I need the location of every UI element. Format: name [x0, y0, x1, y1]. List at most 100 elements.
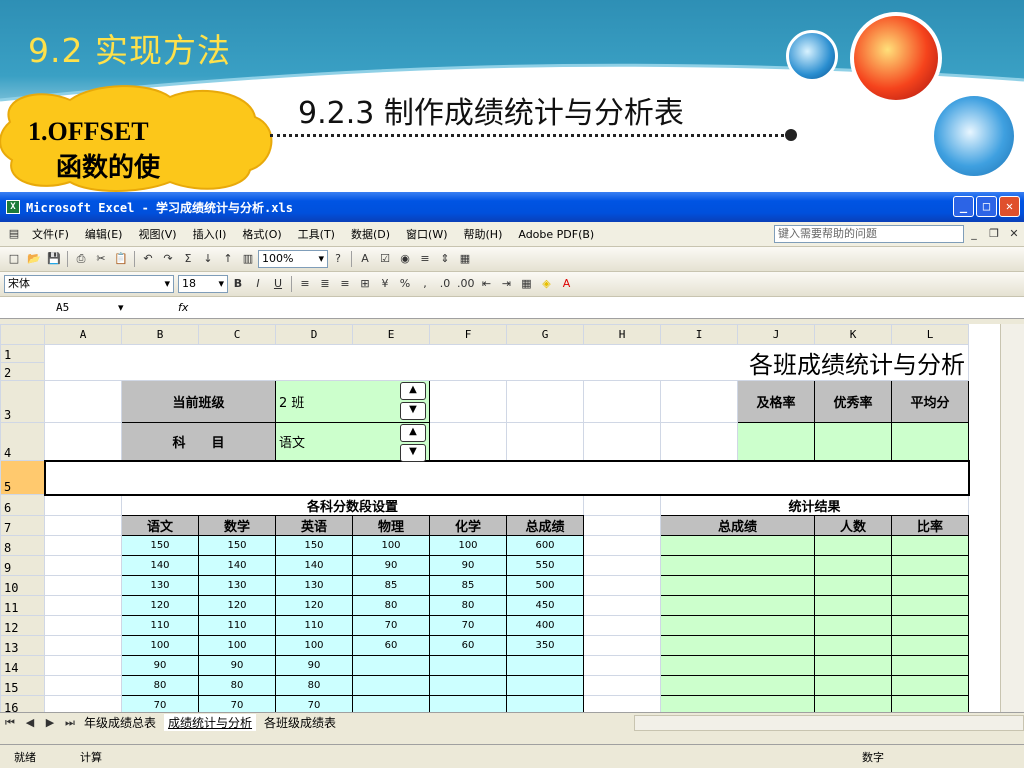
range-value-cell[interactable]: [352, 694, 430, 712]
indent-icon[interactable]: ⇥: [499, 276, 515, 292]
name-box-dropdown-icon[interactable]: ▾: [118, 301, 178, 314]
cell[interactable]: [44, 694, 122, 712]
cell[interactable]: [44, 494, 122, 516]
range-value-cell[interactable]: 60: [429, 634, 507, 656]
cell[interactable]: [583, 574, 661, 596]
result-ratio-cell[interactable]: [891, 694, 969, 712]
result-score-cell[interactable]: [660, 694, 815, 712]
row-header[interactable]: 16: [0, 694, 45, 712]
range-value-cell[interactable]: 90: [275, 654, 353, 676]
cell[interactable]: [583, 534, 661, 556]
row-header[interactable]: 6: [0, 494, 45, 516]
list-icon[interactable]: ≡: [417, 251, 433, 267]
sheet-tab[interactable]: 年级成绩总表: [84, 714, 156, 731]
cell[interactable]: [44, 534, 122, 556]
increase-decimal-icon[interactable]: .0: [437, 276, 453, 292]
range-value-cell[interactable]: 60: [352, 634, 430, 656]
result-count-cell[interactable]: [814, 634, 892, 656]
result-score-cell[interactable]: [660, 594, 815, 616]
range-header[interactable]: 化学: [429, 514, 507, 536]
cell[interactable]: [583, 422, 661, 461]
range-header[interactable]: 物理: [352, 514, 430, 536]
paste-icon[interactable]: 📋: [113, 251, 129, 267]
row-header[interactable]: 13: [0, 634, 45, 656]
result-ratio-cell[interactable]: [891, 654, 969, 676]
row-header[interactable]: 3: [0, 380, 45, 423]
range-value-cell[interactable]: 110: [121, 614, 199, 636]
result-score-cell[interactable]: [660, 674, 815, 696]
cell[interactable]: [583, 634, 661, 656]
menu-insert[interactable]: 插入(I): [193, 226, 227, 242]
result-ratio-cell[interactable]: [891, 534, 969, 556]
col-header[interactable]: F: [429, 324, 507, 345]
grid-icon[interactable]: ▦: [457, 251, 473, 267]
sort-asc-icon[interactable]: ↓: [200, 251, 216, 267]
result-header[interactable]: 比率: [891, 514, 969, 536]
result-count-cell[interactable]: [814, 654, 892, 676]
subject-label[interactable]: 科 目: [121, 422, 276, 461]
range-header[interactable]: 语文: [121, 514, 199, 536]
cell[interactable]: [44, 634, 122, 656]
cell[interactable]: [44, 554, 122, 576]
row-header[interactable]: 4: [0, 422, 45, 461]
menu-file[interactable]: 文件(F): [32, 226, 69, 242]
align-center-icon[interactable]: ≣: [317, 276, 333, 292]
range-value-cell[interactable]: 80: [198, 674, 276, 696]
range-value-cell[interactable]: [429, 674, 507, 696]
new-icon[interactable]: □: [6, 251, 22, 267]
range-value-cell[interactable]: 450: [506, 594, 584, 616]
row-header[interactable]: 1: [0, 344, 45, 363]
range-value-cell[interactable]: 130: [121, 574, 199, 596]
result-score-cell[interactable]: [660, 654, 815, 676]
result-score-cell[interactable]: [660, 634, 815, 656]
col-header[interactable]: C: [198, 324, 276, 345]
row-header[interactable]: 15: [0, 674, 45, 696]
col-header[interactable]: H: [583, 324, 661, 345]
cut-icon[interactable]: ✂: [93, 251, 109, 267]
col-header[interactable]: L: [891, 324, 969, 345]
save-icon[interactable]: 💾: [46, 251, 62, 267]
workbook-icon[interactable]: ▤: [6, 226, 22, 242]
chart-icon[interactable]: ▥: [240, 251, 256, 267]
menu-view[interactable]: 视图(V): [138, 226, 176, 242]
col-header[interactable]: J: [737, 324, 815, 345]
cell[interactable]: [583, 614, 661, 636]
print-icon[interactable]: ⎙: [73, 251, 89, 267]
cell[interactable]: [44, 674, 122, 696]
font-name-select[interactable]: 宋体 ▾: [4, 275, 174, 293]
row-header[interactable]: 11: [0, 594, 45, 616]
range-value-cell[interactable]: 150: [275, 534, 353, 556]
range-value-cell[interactable]: [352, 654, 430, 676]
decrease-decimal-icon[interactable]: .00: [457, 276, 475, 292]
range-value-cell[interactable]: [506, 694, 584, 712]
spin-down-icon[interactable]: ▼: [400, 402, 426, 420]
autosum-icon[interactable]: Σ: [180, 251, 196, 267]
spin-up-icon[interactable]: ▲: [400, 382, 426, 400]
cell[interactable]: [44, 514, 122, 536]
minimize-button[interactable]: _: [953, 196, 974, 217]
row-header[interactable]: 7: [0, 514, 45, 536]
range-value-cell[interactable]: 130: [198, 574, 276, 596]
range-header[interactable]: 数学: [198, 514, 276, 536]
select-all-corner[interactable]: [0, 324, 45, 345]
form-controls-icon[interactable]: ☑: [377, 251, 393, 267]
range-value-cell[interactable]: 80: [352, 594, 430, 616]
result-header[interactable]: 人数: [814, 514, 892, 536]
range-setting-title[interactable]: 各科分数段设置: [121, 494, 584, 516]
range-header[interactable]: 总成绩: [506, 514, 584, 536]
doc-close-icon[interactable]: ✕: [1006, 226, 1022, 242]
close-button[interactable]: ✕: [999, 196, 1020, 217]
cell[interactable]: [660, 422, 738, 461]
cell[interactable]: [44, 654, 122, 676]
result-count-cell[interactable]: [814, 614, 892, 636]
result-score-cell[interactable]: [660, 554, 815, 576]
pass-rate-cell[interactable]: [737, 422, 815, 461]
result-score-cell[interactable]: [660, 574, 815, 596]
menu-format[interactable]: 格式(O): [242, 226, 281, 242]
cell[interactable]: [583, 514, 661, 536]
range-value-cell[interactable]: 90: [352, 554, 430, 576]
range-value-cell[interactable]: 90: [429, 554, 507, 576]
borders-icon[interactable]: ▦: [519, 276, 535, 292]
range-value-cell[interactable]: 130: [275, 574, 353, 596]
bold-icon[interactable]: B: [230, 276, 246, 292]
